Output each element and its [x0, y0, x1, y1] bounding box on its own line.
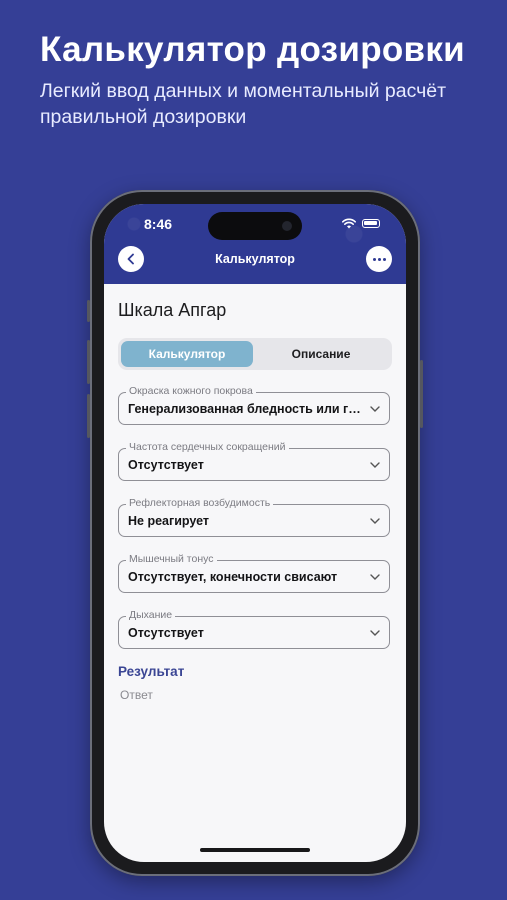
field-label: Мышечный тонус: [126, 553, 217, 565]
app-header: 8:46 Калькулятор: [104, 204, 406, 284]
result-value: Ответ: [120, 688, 153, 702]
tab-description[interactable]: Описание: [255, 341, 387, 367]
field-value: Отсутствует: [128, 458, 204, 472]
field-value: Отсутствует, конечности свисают: [128, 570, 338, 584]
camera-icon: [282, 221, 292, 231]
volume-up-button: [87, 340, 90, 384]
field-label: Окраска кожного покрова: [126, 385, 256, 397]
heart-rate-select[interactable]: Частота сердечных сокращений Отсутствует: [118, 441, 390, 481]
phone-screen: 8:46 Калькулятор Шкала Апгар Калькулятор…: [104, 204, 406, 862]
wifi-icon: [342, 218, 356, 229]
chevron-down-icon: [370, 462, 380, 468]
muscle-tone-select[interactable]: Мышечный тонус Отсутствует, конечности с…: [118, 553, 390, 593]
volume-down-button: [87, 394, 90, 438]
more-button[interactable]: [366, 246, 392, 272]
page-title: Шкала Апгар: [118, 300, 227, 320]
power-button: [420, 360, 423, 428]
field-label: Дыхание: [126, 609, 176, 621]
field-value: Не реагирует: [128, 514, 210, 528]
field-label: Рефлекторная возбудимость: [126, 497, 274, 509]
status-time: 8:46: [144, 216, 173, 232]
phone-frame: 8:46 Калькулятор Шкала Апгар Калькулятор…: [87, 190, 423, 876]
more-dot: [382, 257, 386, 261]
chevron-down-icon: [370, 518, 380, 524]
skin-color-select[interactable]: Окраска кожного покрова Генерализованная…: [118, 385, 390, 425]
silent-switch: [87, 300, 90, 322]
result-heading: Результат: [118, 664, 185, 679]
more-dot: [377, 257, 381, 261]
field-value: Отсутствует: [128, 626, 204, 640]
chevron-down-icon: [370, 406, 380, 412]
field-value: Генерализованная бледность или генерализ…: [128, 402, 361, 416]
field-label: Частота сердечных сокращений: [126, 441, 289, 453]
chevron-down-icon: [370, 630, 380, 636]
nav-title: Калькулятор: [215, 252, 295, 266]
breathing-select[interactable]: Дыхание Отсутствует: [118, 609, 390, 649]
segmented-control: Калькулятор Описание: [118, 338, 392, 370]
dynamic-island: [208, 212, 302, 240]
home-indicator[interactable]: [200, 848, 310, 852]
promo-subtitle: Легкий ввод данных и моментальный расчёт…: [40, 80, 447, 128]
tab-calculator[interactable]: Калькулятор: [121, 341, 253, 367]
more-horizontal-icon: [372, 257, 376, 261]
promo-title: Калькулятор дозировки: [40, 30, 466, 69]
battery-icon: [362, 219, 380, 228]
status-icons: [342, 218, 380, 229]
reflex-select[interactable]: Рефлекторная возбудимость Не реагирует: [118, 497, 390, 537]
chevron-down-icon: [370, 574, 380, 580]
